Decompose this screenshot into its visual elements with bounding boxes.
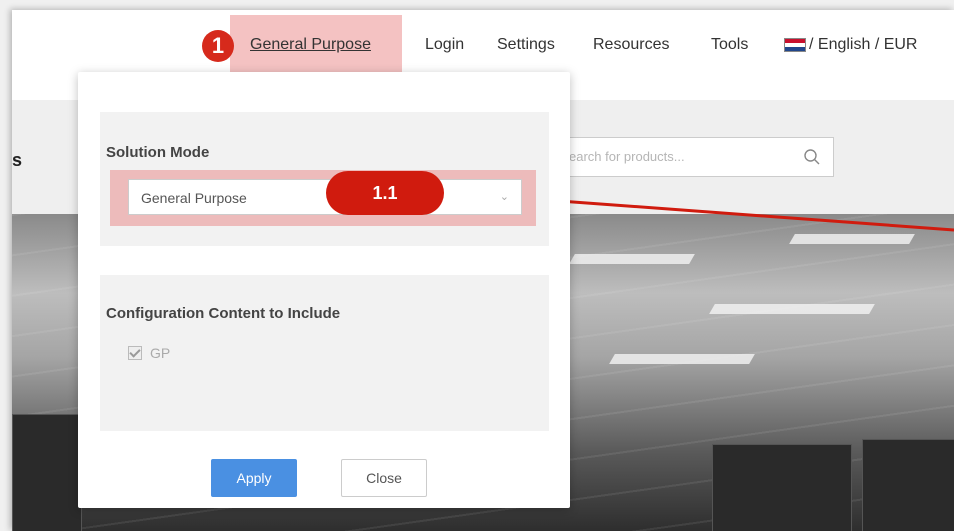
solution-mode-popup: Solution Mode General Purpose ⌄ Configur…	[78, 72, 570, 508]
nav-general-purpose[interactable]: General Purpose	[250, 36, 371, 54]
solution-mode-select[interactable]: General Purpose ⌄	[128, 179, 522, 215]
server-rack	[712, 444, 852, 531]
ceiling-light	[609, 354, 755, 364]
server-rack	[862, 439, 954, 531]
nav-tools[interactable]: Tools	[711, 36, 748, 54]
ceiling-light	[789, 234, 915, 244]
language-currency-label: / English / EUR	[809, 36, 918, 53]
gp-label: GP	[150, 345, 171, 361]
chevron-down-icon: ⌄	[499, 191, 509, 203]
apply-button[interactable]: Apply	[211, 459, 297, 497]
nav-language-currency[interactable]: / English / EUR	[784, 36, 917, 54]
screenshot-frame: General Purpose Login Settings Resources…	[0, 0, 954, 531]
gp-checkbox[interactable]	[128, 346, 142, 360]
selected-value: General Purpose	[141, 190, 247, 206]
close-button[interactable]: Close	[341, 459, 427, 497]
netherlands-flag-icon	[784, 38, 806, 52]
configuration-title: Configuration Content to Include	[106, 305, 341, 322]
page-heading-fragment: s	[12, 150, 23, 170]
nav-login[interactable]: Login	[425, 36, 464, 54]
step-1-1-badge: 1.1	[326, 171, 444, 215]
solution-mode-title: Solution Mode	[106, 144, 210, 161]
server-rack	[12, 414, 82, 531]
nav-settings[interactable]: Settings	[497, 36, 555, 54]
gp-checkbox-row[interactable]: GP	[128, 345, 170, 361]
ceiling-light	[709, 304, 875, 314]
nav-resources[interactable]: Resources	[593, 36, 669, 54]
search-placeholder: earch for products...	[569, 149, 685, 164]
ceiling-light	[569, 254, 695, 264]
step-1-badge: 1	[202, 30, 234, 62]
product-search-input[interactable]: earch for products...	[558, 137, 834, 177]
search-icon[interactable]	[803, 148, 821, 166]
